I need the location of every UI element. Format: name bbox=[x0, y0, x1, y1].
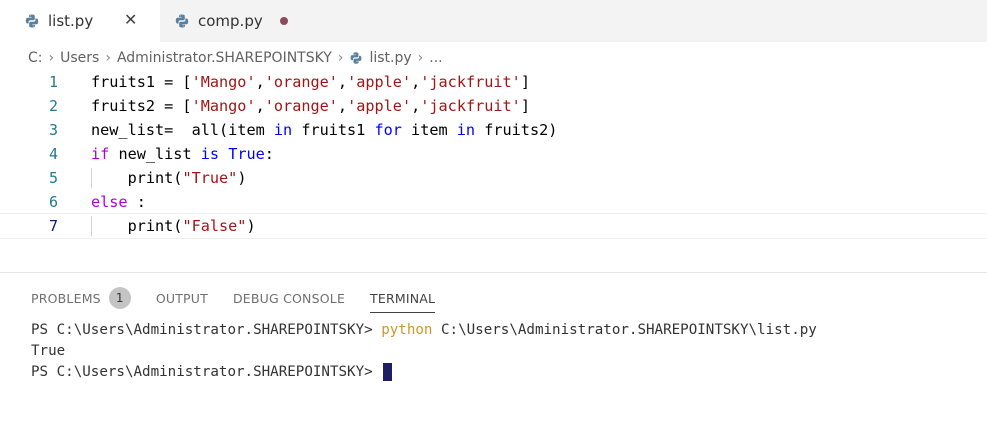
line-number: 2 bbox=[48, 97, 58, 115]
code-line-current[interactable]: 7 print("False") bbox=[0, 213, 987, 239]
terminal-command: python bbox=[381, 321, 433, 338]
code-text: print("False") bbox=[91, 217, 256, 235]
tab-comp-py[interactable]: comp.py bbox=[160, 0, 310, 42]
tab-label: DEBUG CONSOLE bbox=[232, 290, 346, 306]
breadcrumb-item[interactable]: Administrator.SHAREPOINTSKY bbox=[117, 50, 332, 66]
terminal-output: True bbox=[31, 342, 66, 359]
code-line[interactable]: 4 if new_list is True: bbox=[0, 142, 987, 166]
line-number: 7 bbox=[48, 217, 58, 235]
code-text: new_list= all(item in fruits1 for item i… bbox=[91, 121, 558, 139]
chevron-right-icon: › bbox=[48, 50, 55, 66]
code-text: if new_list is True: bbox=[91, 145, 274, 163]
terminal-cursor bbox=[383, 362, 393, 381]
breadcrumb-item[interactable]: list.py bbox=[369, 50, 411, 66]
panel-tab-bar: PROBLEMS 1 OUTPUT DEBUG CONSOLE TERMINAL bbox=[31, 287, 460, 313]
python-file-icon bbox=[349, 51, 363, 65]
chevron-right-icon: › bbox=[417, 50, 424, 66]
tab-label: comp.py bbox=[198, 12, 263, 30]
line-number: 4 bbox=[48, 145, 58, 163]
tab-list-py[interactable]: list.py ✕ bbox=[0, 0, 160, 42]
line-number: 3 bbox=[48, 121, 58, 139]
tab-label: OUTPUT bbox=[155, 290, 208, 306]
code-line[interactable]: 6 else : bbox=[0, 190, 987, 214]
breadcrumb-item[interactable]: Users bbox=[60, 50, 99, 66]
chevron-right-icon: › bbox=[105, 50, 111, 66]
code-line[interactable]: 5 print("True") bbox=[0, 166, 987, 190]
code-text: fruits1 = ['Mango','orange','apple','jac… bbox=[91, 73, 530, 91]
problems-count-badge: 1 bbox=[108, 287, 131, 309]
indent-guide bbox=[91, 216, 92, 236]
tab-output[interactable]: OUTPUT bbox=[156, 291, 208, 306]
tab-label: TERMINAL bbox=[370, 290, 436, 306]
terminal-prompt: PS C:\Users\Administrator.SHAREPOINTSKY> bbox=[31, 321, 382, 338]
breadcrumb: C: › Users › Administrator.SHAREPOINTSKY… bbox=[0, 44, 987, 72]
terminal[interactable]: PS C:\Users\Administrator.SHAREPOINTSKY>… bbox=[31, 319, 817, 382]
line-number: 1 bbox=[48, 73, 58, 91]
close-icon[interactable]: ✕ bbox=[124, 10, 137, 29]
terminal-line: PS C:\Users\Administrator.SHAREPOINTSKY> bbox=[31, 361, 817, 382]
terminal-prompt: PS C:\Users\Administrator.SHAREPOINTSKY> bbox=[31, 363, 382, 380]
code-editor[interactable]: 1 fruits1 = ['Mango','orange','apple','j… bbox=[0, 70, 987, 240]
breadcrumb-item[interactable]: ... bbox=[429, 50, 442, 66]
tab-debug-console[interactable]: DEBUG CONSOLE bbox=[233, 291, 345, 306]
unsaved-dot-icon[interactable] bbox=[280, 17, 288, 25]
code-line[interactable]: 2 fruits2 = ['Mango','orange','apple','j… bbox=[0, 94, 987, 118]
indent-guide bbox=[91, 168, 92, 188]
breadcrumb-item[interactable]: C: bbox=[28, 50, 43, 66]
editor-tab-bar: list.py ✕ comp.py bbox=[0, 0, 987, 42]
python-file-icon bbox=[174, 13, 190, 29]
line-number: 6 bbox=[48, 193, 58, 211]
tab-problems[interactable]: PROBLEMS 1 bbox=[31, 287, 131, 309]
panel-divider[interactable] bbox=[0, 272, 987, 273]
tab-label: list.py bbox=[48, 12, 94, 30]
code-text: else : bbox=[91, 193, 146, 211]
code-text: fruits2 = ['Mango','orange','apple','jac… bbox=[91, 97, 530, 115]
code-line[interactable]: 1 fruits1 = ['Mango','orange','apple','j… bbox=[0, 70, 987, 94]
line-number: 5 bbox=[48, 169, 58, 187]
terminal-args: C:\Users\Administrator.SHAREPOINTSKY\lis… bbox=[432, 321, 817, 338]
terminal-line: PS C:\Users\Administrator.SHAREPOINTSKY>… bbox=[31, 319, 817, 340]
terminal-line: True bbox=[31, 340, 817, 361]
code-text: print("True") bbox=[91, 169, 247, 187]
tab-label: PROBLEMS bbox=[31, 290, 101, 306]
tab-terminal[interactable]: TERMINAL bbox=[370, 290, 436, 313]
chevron-right-icon: › bbox=[337, 50, 344, 66]
python-file-icon bbox=[24, 13, 40, 29]
code-line[interactable]: 3 new_list= all(item in fruits1 for item… bbox=[0, 118, 987, 142]
